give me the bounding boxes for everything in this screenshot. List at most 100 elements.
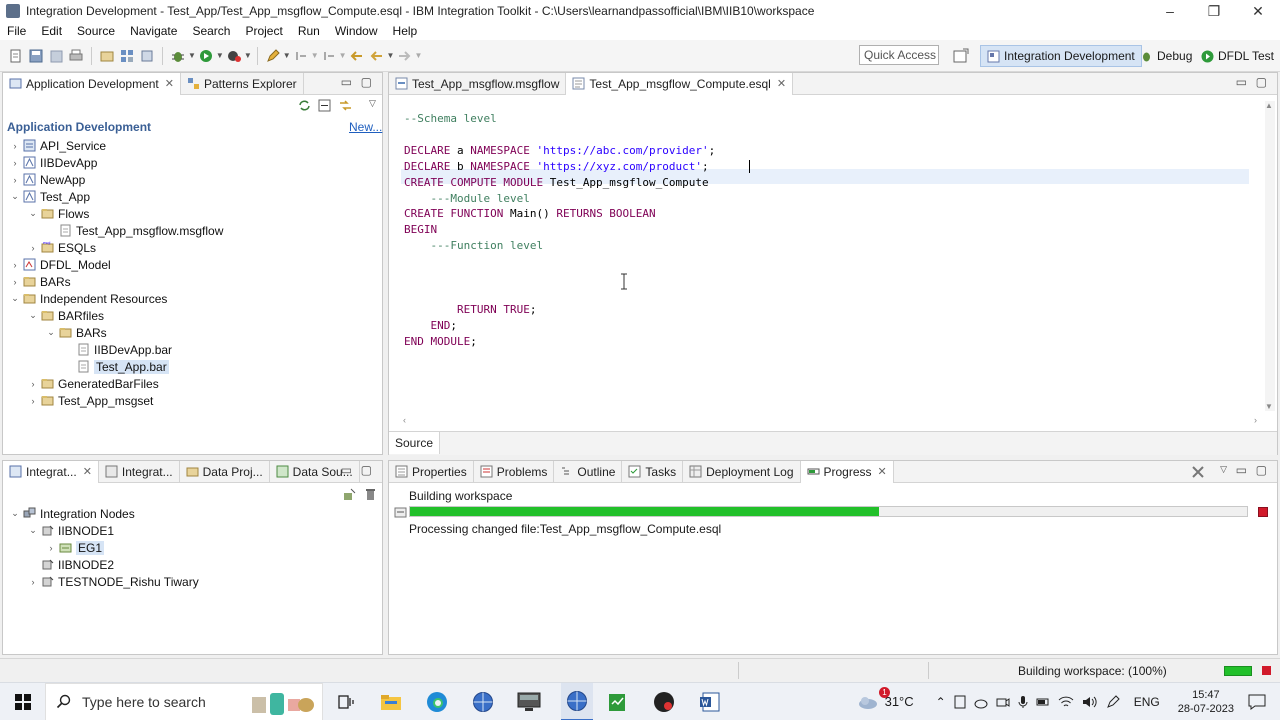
maximize-editor-icon[interactable]: ▢ <box>1256 75 1267 89</box>
tab-application-development[interactable]: Application Development ✕ <box>3 72 181 95</box>
restore-button[interactable]: ❐ <box>1192 0 1236 22</box>
menu-project[interactable]: Project <box>238 24 290 38</box>
tree-item[interactable]: ⌄ IIBNODE1 <box>27 522 114 539</box>
tree-item[interactable]: ⌄ Integration Nodes <box>9 505 135 522</box>
word-app-icon[interactable] <box>699 691 721 713</box>
tree-item[interactable]: ⌄ BARs <box>45 324 106 341</box>
tree-item[interactable]: ⌄ Test_App <box>9 188 90 205</box>
tab-integration-explorer[interactable]: Integrat... ✕ <box>3 460 99 483</box>
code-line[interactable]: --Schema level <box>404 112 497 125</box>
code-line[interactable]: DECLARE a NAMESPACE 'https://abc.com/pro… <box>404 144 715 157</box>
tree-toggle-icon[interactable]: ⌄ <box>45 327 57 338</box>
collapse-all-icon[interactable] <box>318 99 331 112</box>
tree-item[interactable]: › DFDL_Model <box>9 256 111 273</box>
monitor-app-icon[interactable] <box>517 692 541 712</box>
windows-start-icon[interactable] <box>15 693 31 710</box>
status-stop-icon[interactable] <box>1262 666 1271 675</box>
tree-item[interactable]: IIBDevApp.bar <box>63 341 172 358</box>
print-icon[interactable] <box>69 49 83 63</box>
tree-toggle-icon[interactable]: ⌄ <box>27 208 39 219</box>
remove-all-finished-icon[interactable] <box>1191 465 1205 479</box>
run-dropdown-icon[interactable]: ▼ <box>216 51 224 60</box>
vertical-scrollbar[interactable]: ▲ ▼ <box>1265 101 1275 411</box>
menu-window[interactable]: Window <box>328 24 386 38</box>
scroll-left-icon[interactable]: ‹ <box>403 415 406 425</box>
new-app-icon[interactable] <box>120 49 134 63</box>
edge-browser-icon[interactable] <box>426 691 448 713</box>
next-annotation-dropdown-icon[interactable]: ▼ <box>311 51 319 60</box>
back-icon[interactable] <box>370 49 384 63</box>
new-file-icon[interactable] <box>9 49 23 63</box>
tab-tasks[interactable]: Tasks <box>622 460 684 483</box>
wifi-icon[interactable] <box>1058 695 1074 709</box>
tree-toggle-icon[interactable]: › <box>9 141 21 151</box>
horizontal-scrollbar[interactable]: ‹ › <box>403 415 1263 427</box>
perspective-integration-development[interactable]: Integration Development <box>980 45 1142 67</box>
close-tab-icon[interactable]: ✕ <box>165 77 174 90</box>
menu-source[interactable]: Source <box>70 24 123 38</box>
file-explorer-icon[interactable] <box>380 693 402 711</box>
maximize-view-icon[interactable]: ▢ <box>1256 463 1267 477</box>
menu-navigate[interactable]: Navigate <box>123 24 185 38</box>
scroll-right-icon[interactable]: › <box>1254 415 1257 425</box>
view-menu-icon[interactable]: ▽ <box>369 98 376 109</box>
code-line[interactable]: DECLARE b NAMESPACE 'https://xyz.com/pro… <box>404 160 709 173</box>
tree-toggle-icon[interactable]: ⌄ <box>27 310 39 321</box>
tree-toggle-icon[interactable]: ⌄ <box>27 525 39 536</box>
tray-device-icon[interactable] <box>954 695 966 709</box>
new-project-icon[interactable] <box>100 49 114 63</box>
maximize-view-icon[interactable]: ▢ <box>361 463 372 477</box>
new-link[interactable]: New... <box>349 120 382 134</box>
close-tab-icon[interactable]: ✕ <box>777 77 786 90</box>
tab-deployment-log[interactable]: Deployment Log <box>683 460 801 483</box>
tab-patterns-explorer[interactable]: Patterns Explorer <box>181 72 304 95</box>
close-window-button[interactable]: ✕ <box>1236 0 1280 22</box>
taskbar-clock[interactable]: 15:47 28-07-2023 <box>1178 688 1234 716</box>
tree-item[interactable]: IIBNODE2 <box>27 556 114 573</box>
pen-tray-icon[interactable] <box>1106 694 1120 709</box>
minimize-editor-icon[interactable]: ▭ <box>1236 75 1247 89</box>
tab-data-project[interactable]: Data Proj... <box>180 460 270 483</box>
tree-toggle-icon[interactable]: › <box>9 277 21 287</box>
tab-progress[interactable]: Progress ✕ <box>800 460 894 483</box>
tree-toggle-icon[interactable]: › <box>9 158 21 168</box>
notification-center-icon[interactable] <box>1248 694 1266 710</box>
menu-edit[interactable]: Edit <box>34 24 70 38</box>
perspective-dfdl-test[interactable]: DFDL Test <box>1195 45 1280 67</box>
tree-item[interactable]: › IIBDevApp <box>9 154 98 171</box>
close-tab-icon[interactable]: ✕ <box>83 465 92 478</box>
weather-cloud-icon[interactable] <box>857 694 879 710</box>
scroll-down-icon[interactable]: ▼ <box>1265 402 1273 411</box>
code-line[interactable]: RETURN TRUE; <box>404 303 537 316</box>
tree-item[interactable]: › Test_App_msgset <box>27 392 154 409</box>
save-icon[interactable] <box>29 49 43 63</box>
tree-toggle-icon[interactable]: ⌄ <box>9 293 21 304</box>
tree-item[interactable]: › TESTNODE_Rishu Tiwary <box>27 573 199 590</box>
tab-msgflow[interactable]: Test_App_msgflow.msgflow <box>389 72 567 95</box>
tab-problems[interactable]: Problems <box>474 460 555 483</box>
view-menu-icon[interactable]: ▽ <box>1220 464 1227 475</box>
menu-file[interactable]: File <box>0 24 34 38</box>
language-indicator[interactable]: ENG <box>1134 695 1160 709</box>
tree-item[interactable]: ⌄ BARfiles <box>27 307 104 324</box>
minimize-button[interactable]: – <box>1148 0 1192 22</box>
code-line[interactable]: END MODULE; <box>404 335 477 348</box>
tree-toggle-icon[interactable]: › <box>27 577 39 587</box>
code-line[interactable]: CREATE COMPUTE MODULE Test_App_msgflow_C… <box>404 176 709 189</box>
maximize-view-icon[interactable]: ▢ <box>361 75 372 89</box>
status-progress-indicator[interactable] <box>1224 666 1252 676</box>
debug-dropdown-icon[interactable]: ▼ <box>188 51 196 60</box>
link-editor-icon[interactable] <box>339 99 352 112</box>
tree-toggle-icon[interactable]: › <box>27 396 39 406</box>
tree-item[interactable]: Test_App.bar <box>63 358 169 375</box>
globe-app-icon[interactable] <box>472 691 494 713</box>
tools-dropdown-icon[interactable]: ▼ <box>244 51 252 60</box>
delete-icon[interactable] <box>365 488 376 501</box>
scroll-up-icon[interactable]: ▲ <box>1265 101 1273 110</box>
taskbar-search-box[interactable]: Type here to search <box>45 682 323 720</box>
tree-item[interactable]: › BARs <box>9 273 71 290</box>
tab-outline[interactable]: Outline <box>554 460 623 483</box>
code-line[interactable]: CREATE FUNCTION Main() RETURNS BOOLEAN <box>404 207 656 220</box>
obs-app-icon[interactable] <box>653 691 675 713</box>
pen-dropdown-icon[interactable]: ▼ <box>283 51 291 60</box>
